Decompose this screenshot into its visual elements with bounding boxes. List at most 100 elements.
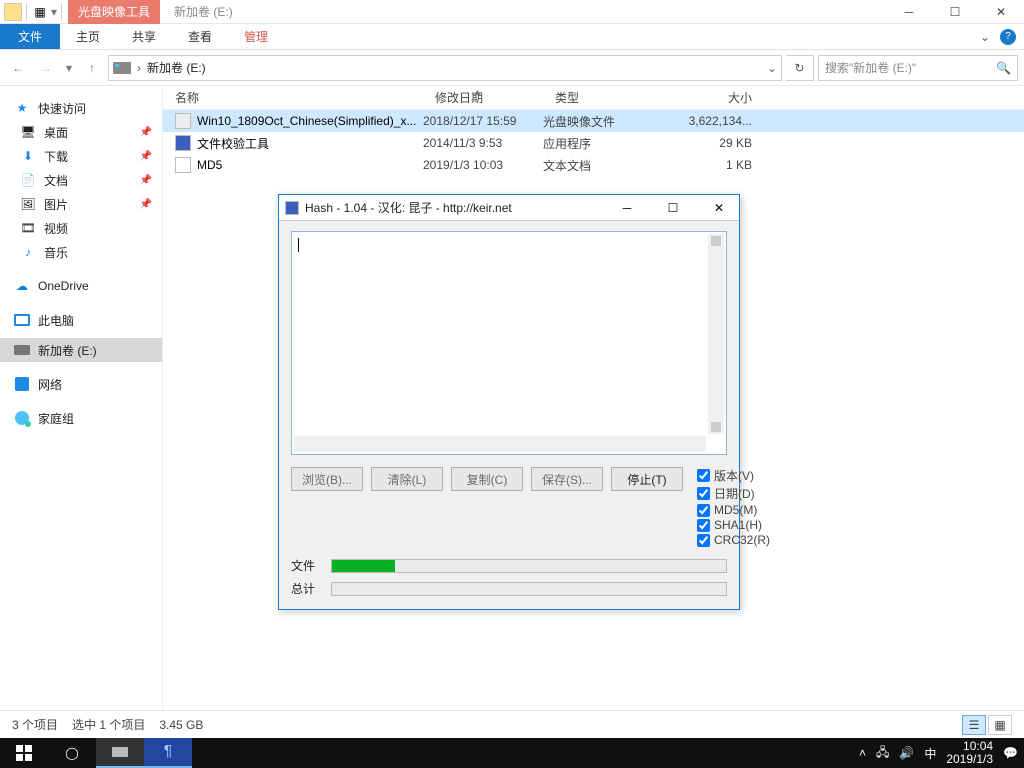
tab-view[interactable]: 查看 [172,24,228,49]
hash-output-textarea[interactable] [291,231,727,455]
col-date[interactable]: 修改日期 [423,89,543,106]
col-size[interactable]: 大小 [658,89,768,106]
qat-prop-icon[interactable]: ▦ [31,5,49,19]
txt-file-icon [175,157,191,173]
tab-share[interactable]: 共享 [116,24,172,49]
tab-home[interactable]: 主页 [60,24,116,49]
refresh-button[interactable]: ↻ [786,55,814,81]
save-button[interactable]: 保存(S)... [531,467,603,491]
sort-asc-icon: ▲ [473,87,482,97]
sidebar-this-pc[interactable]: 此电脑 [0,308,162,332]
tray-chevron-up-icon[interactable]: ˄ [859,746,866,760]
scrollbar-vertical[interactable] [708,234,724,434]
iso-file-icon [175,113,191,129]
cortana-button[interactable]: ◯ [48,738,96,768]
exe-file-icon [175,135,191,151]
taskbar-explorer[interactable] [96,738,144,768]
sidebar-homegroup[interactable]: 家庭组 [0,406,162,430]
status-item-count: 3 个项目 [12,716,58,733]
sidebar-drive-e[interactable]: 新加卷 (E:) [0,338,162,362]
pin-icon: 📌 [140,199,152,210]
tray-volume-icon[interactable]: 🔊 [899,746,914,760]
sidebar-quick-access[interactable]: ★快速访问 [0,96,162,120]
nav-recent-dropdown[interactable]: ▾ [62,56,76,80]
hash-app-icon [285,201,299,215]
progress-file-label: 文件 [291,557,323,574]
address-bar[interactable]: › 新加卷 (E:) ⌄ [108,55,782,81]
nav-forward-button[interactable]: → [34,56,58,80]
action-center-icon[interactable]: 💬 [1003,746,1018,760]
ribbon-tabs: 文件 主页 共享 查看 管理 ⌄ ? [0,24,1024,50]
progress-file-bar [331,559,727,573]
chk-crc32[interactable]: CRC32(R) [697,533,770,547]
chk-date[interactable]: 日期(D) [697,485,770,502]
view-details-button[interactable]: ☰ [962,715,986,735]
column-headers: 名称 ▲ 修改日期 类型 大小 [163,86,1024,110]
tab-file[interactable]: 文件 [0,24,60,49]
qat-chevron-down-icon[interactable]: ▾ [51,5,57,19]
hash-close-button[interactable]: ✕ [699,195,739,221]
table-row[interactable]: 文件校验工具 2014/11/3 9:53 应用程序 29 KB [163,132,1024,154]
copy-button[interactable]: 复制(C) [451,467,523,491]
sidebar-network[interactable]: 网络 [0,372,162,396]
chk-version[interactable]: 版本(V) [697,467,770,484]
col-name[interactable]: 名称 [163,89,423,106]
sidebar-item-pictures[interactable]: 🖼图片📌 [0,192,162,216]
stop-button[interactable]: 停止(T) [611,467,683,491]
taskbar-hash-app[interactable]: ¶ [144,738,192,768]
search-input[interactable]: 搜索"新加卷 (E:)" 🔍 [818,55,1018,81]
sidebar-item-downloads[interactable]: ⬇下载📌 [0,144,162,168]
search-placeholder: 搜索"新加卷 (E:)" [825,59,916,76]
col-type[interactable]: 类型 [543,89,658,106]
table-row[interactable]: Win10_1809Oct_Chinese(Simplified)_x... 2… [163,110,1024,132]
help-icon[interactable]: ? [1000,29,1016,45]
hash-dialog: Hash - 1.04 - 汉化: 昆子 - http://keir.net ─… [278,194,740,610]
close-button[interactable]: ✕ [978,0,1024,24]
view-icons-button[interactable]: ▦ [988,715,1012,735]
ribbon-expand-icon[interactable]: ⌄ [980,30,990,44]
pc-icon [14,312,30,328]
browse-button[interactable]: 浏览(B)... [291,467,363,491]
nav-tree: ★快速访问 🖥桌面📌 ⬇下载📌 📄文档📌 🖼图片📌 🎞视频 ♪音乐 ☁OneDr… [0,86,163,710]
hash-minimize-button[interactable]: ─ [607,195,647,221]
address-text[interactable]: 新加卷 (E:) [147,59,206,76]
clear-button[interactable]: 清除(L) [371,467,443,491]
nav-back-button[interactable]: ← [6,56,30,80]
sidebar-item-videos[interactable]: 🎞视频 [0,216,162,240]
chk-md5[interactable]: MD5(M) [697,503,770,517]
sidebar-onedrive[interactable]: ☁OneDrive [0,274,162,298]
tray-clock[interactable]: 10:04 2019/1/3 [946,740,993,766]
pin-icon: 📌 [140,127,152,138]
nav-up-button[interactable]: ↑ [80,56,104,80]
tray-ime-indicator[interactable]: 中 [924,745,936,762]
minimize-button[interactable]: ─ [886,0,932,24]
maximize-button[interactable]: ☐ [932,0,978,24]
network-icon [14,376,30,392]
hash-maximize-button[interactable]: ☐ [653,195,693,221]
homegroup-icon [14,410,30,426]
drive-icon [113,62,131,74]
hash-title-text: Hash - 1.04 - 汉化: 昆子 - http://keir.net [305,199,601,216]
document-icon: 📄 [20,172,36,188]
star-icon: ★ [14,100,30,116]
download-icon: ⬇ [20,148,36,164]
tab-manage[interactable]: 管理 [228,24,284,49]
sidebar-item-documents[interactable]: 📄文档📌 [0,168,162,192]
scrollbar-horizontal[interactable] [294,436,706,452]
drive-icon [14,342,30,358]
status-bar: 3 个项目 选中 1 个项目 3.45 GB ☰ ▦ [0,710,1024,738]
sidebar-item-music[interactable]: ♪音乐 [0,240,162,264]
picture-icon: 🖼 [20,196,36,212]
hash-titlebar[interactable]: Hash - 1.04 - 汉化: 昆子 - http://keir.net ─… [279,195,739,221]
chk-sha1[interactable]: SHA1(H) [697,518,770,532]
sidebar-item-desktop[interactable]: 🖥桌面📌 [0,120,162,144]
start-button[interactable] [0,738,48,768]
desktop-icon: 🖥 [20,124,36,140]
status-selected-size: 3.45 GB [159,718,203,732]
tray-network-icon[interactable]: 🖧 [876,743,889,764]
progress-total-label: 总计 [291,580,323,597]
breadcrumb-chevron-icon[interactable]: › [137,61,141,75]
pin-icon: 📌 [140,151,152,162]
address-dropdown-icon[interactable]: ⌄ [767,61,777,75]
table-row[interactable]: MD5 2019/1/3 10:03 文本文档 1 KB [163,154,1024,176]
